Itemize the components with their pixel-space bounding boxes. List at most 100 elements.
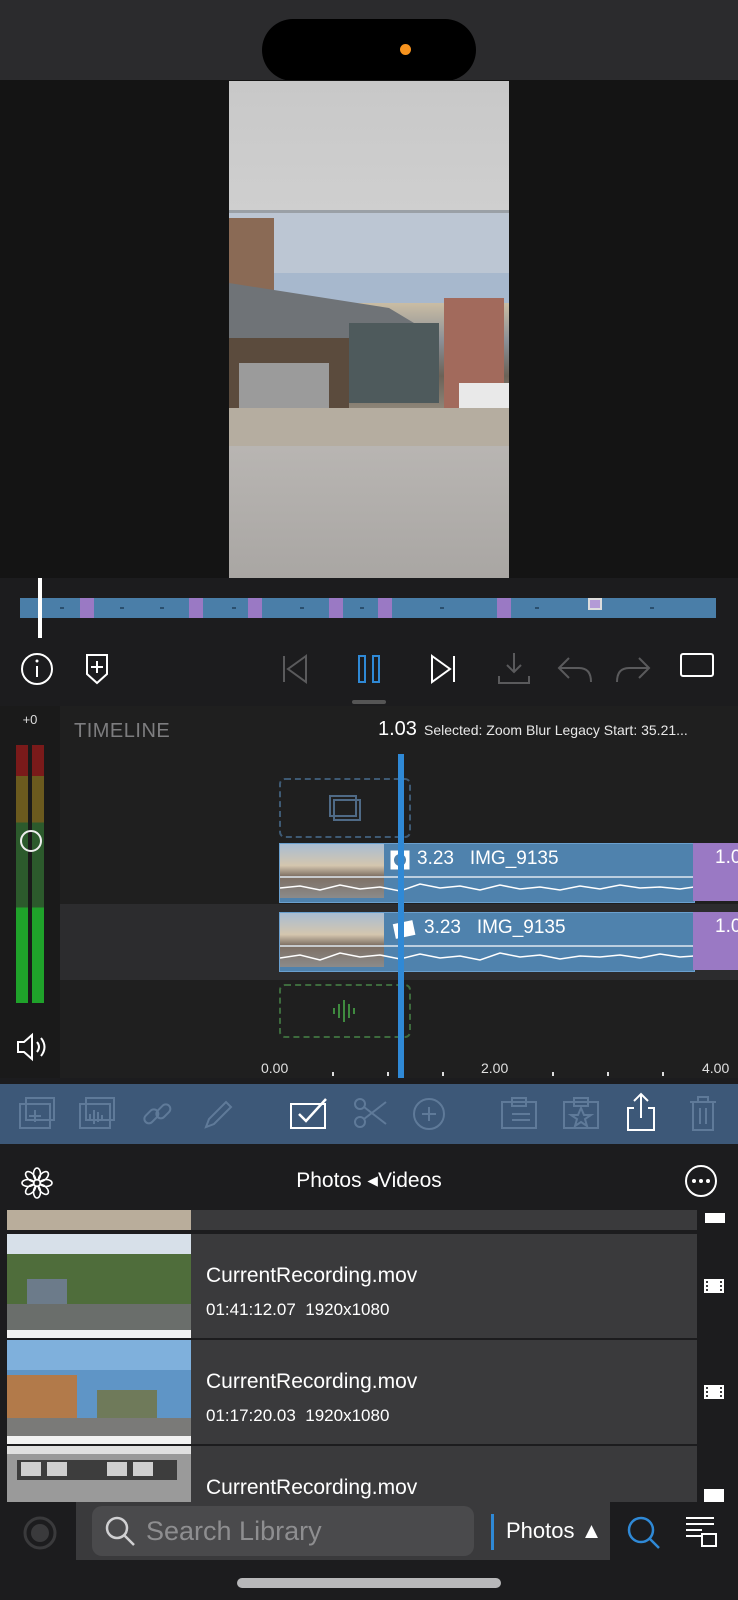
ruler-label: 0.00: [261, 1060, 289, 1076]
clipboard-icon[interactable]: [500, 1096, 538, 1130]
audio-clip[interactable]: 3.23 IMG_9135: [279, 912, 695, 972]
redo-icon: [616, 657, 651, 683]
library-title[interactable]: Photos ◂Videos: [0, 1168, 738, 1193]
transition-marker[interactable]: [378, 598, 392, 618]
volume-knob[interactable]: [20, 830, 42, 852]
pencil-icon[interactable]: [202, 1097, 234, 1131]
redo-button[interactable]: [613, 652, 653, 686]
aspect-icon: [680, 653, 714, 677]
skip-end-button[interactable]: [428, 652, 458, 686]
scrub-tick: [440, 607, 444, 609]
list-item[interactable]: CurrentRecording.mov: [7, 1446, 697, 1502]
trash-icon[interactable]: [688, 1096, 718, 1132]
list-item-name: CurrentRecording.mov: [206, 1264, 418, 1287]
add-icon[interactable]: [412, 1097, 446, 1131]
audio-meter-left: [16, 745, 28, 1003]
video-preview-image: [229, 213, 509, 446]
list-item-thumbnail: [7, 1234, 191, 1338]
pause-button[interactable]: [356, 652, 382, 686]
scrub-tick: [535, 607, 539, 609]
share-icon[interactable]: [624, 1092, 658, 1132]
add-video-drop-zone[interactable]: [279, 778, 411, 838]
scrubber-track[interactable]: [20, 598, 716, 618]
dynamic-island: [262, 19, 476, 81]
scrubber-playhead[interactable]: [38, 578, 42, 638]
download-button[interactable]: [496, 650, 532, 686]
audio-clip-duration: 3.23: [424, 917, 461, 938]
scrub-tick: [60, 607, 64, 609]
search-icon[interactable]: [626, 1515, 662, 1551]
ruler-tick: [332, 1072, 334, 1076]
speaker-button[interactable]: [14, 1030, 48, 1064]
gain-readout: +0: [22, 712, 38, 727]
panel-grabber[interactable]: [352, 700, 386, 704]
ruler-tick: [607, 1072, 609, 1076]
transition-marker[interactable]: [80, 598, 94, 618]
next-audio-clip[interactable]: 1.0: [693, 912, 738, 970]
ruler-tick: [662, 1072, 664, 1076]
list-item-partial[interactable]: [7, 1210, 697, 1230]
info-button[interactable]: [20, 652, 54, 686]
film-icon: [704, 1385, 724, 1399]
next-clip[interactable]: 1.0: [693, 843, 738, 901]
recording-indicator-icon: [400, 44, 411, 55]
aspect-ratio-button[interactable]: [679, 652, 715, 678]
list-item[interactable]: CurrentRecording.mov 01:41:12.07 1920x10…: [7, 1234, 697, 1338]
add-marker-button[interactable]: [83, 652, 111, 686]
film-icon: [704, 1279, 724, 1293]
timeline-playhead[interactable]: [398, 754, 404, 1078]
list-item-name: CurrentRecording.mov: [206, 1476, 418, 1499]
search-cursor: [491, 1514, 494, 1550]
ruler-tick: [442, 1072, 444, 1076]
favorite-icon[interactable]: [562, 1096, 600, 1130]
ruler-tick: [552, 1072, 554, 1076]
ruler-label: 4.00: [702, 1060, 730, 1076]
scrub-tick: [300, 607, 304, 609]
waveform-icon: [333, 1000, 355, 1022]
list-item-thumbnail: [7, 1340, 191, 1444]
add-clip-icon[interactable]: [18, 1096, 56, 1130]
film-stack-icon: [329, 795, 361, 821]
record-icon[interactable]: [22, 1515, 58, 1551]
source-selector[interactable]: Photos ▲: [506, 1518, 602, 1544]
list-icon[interactable]: [684, 1514, 718, 1550]
timeline-current-time: 1.03: [378, 718, 417, 740]
list-item-meta: 01:41:12.07 1920x1080: [206, 1300, 390, 1319]
list-item[interactable]: CurrentRecording.mov 01:17:20.03 1920x10…: [7, 1340, 697, 1444]
video-clip[interactable]: 3.23 IMG_9135: [279, 843, 695, 903]
audio-meter-panel: [0, 706, 60, 1078]
list-item-thumbnail: [7, 1446, 191, 1502]
video-clip-name: IMG_9135: [469, 848, 559, 869]
transition-marker[interactable]: [497, 598, 511, 618]
ruler-label: 2.00: [481, 1060, 509, 1076]
scrub-tick: [160, 607, 164, 609]
link-icon[interactable]: [140, 1097, 174, 1131]
transition-marker[interactable]: [189, 598, 203, 618]
timeline-label: TIMELINE: [74, 720, 171, 742]
selection-info: Selected: Zoom Blur Legacy Start: 35.21.…: [424, 722, 688, 738]
add-marker-icon: [86, 654, 108, 685]
search-icon: [105, 1516, 135, 1546]
transition-marker-selected[interactable]: [588, 598, 602, 610]
list-item-meta: 01:17:20.03 1920x1080: [206, 1406, 390, 1425]
skip-start-button[interactable]: [280, 652, 310, 686]
undo-icon: [557, 657, 592, 683]
more-icon[interactable]: [684, 1164, 718, 1198]
audio-clip-name: IMG_9135: [476, 917, 566, 938]
info-icon: [21, 653, 53, 685]
film-icon: [705, 1213, 725, 1223]
audio-meter-right: [32, 745, 44, 1003]
download-icon: [498, 653, 530, 684]
list-item-thumbnail: [7, 1210, 191, 1230]
next-clip-label: 1.0: [715, 847, 738, 868]
scissors-icon[interactable]: [352, 1096, 388, 1130]
select-icon[interactable]: [289, 1096, 329, 1130]
add-audio-drop-zone[interactable]: [279, 984, 411, 1038]
undo-button[interactable]: [555, 652, 595, 686]
speaker-icon: [17, 1032, 46, 1062]
next-audio-clip-label: 1.0: [715, 916, 738, 937]
add-audio-icon[interactable]: [78, 1096, 116, 1130]
home-indicator: [237, 1578, 501, 1588]
transition-marker[interactable]: [329, 598, 343, 618]
transition-marker[interactable]: [248, 598, 262, 618]
